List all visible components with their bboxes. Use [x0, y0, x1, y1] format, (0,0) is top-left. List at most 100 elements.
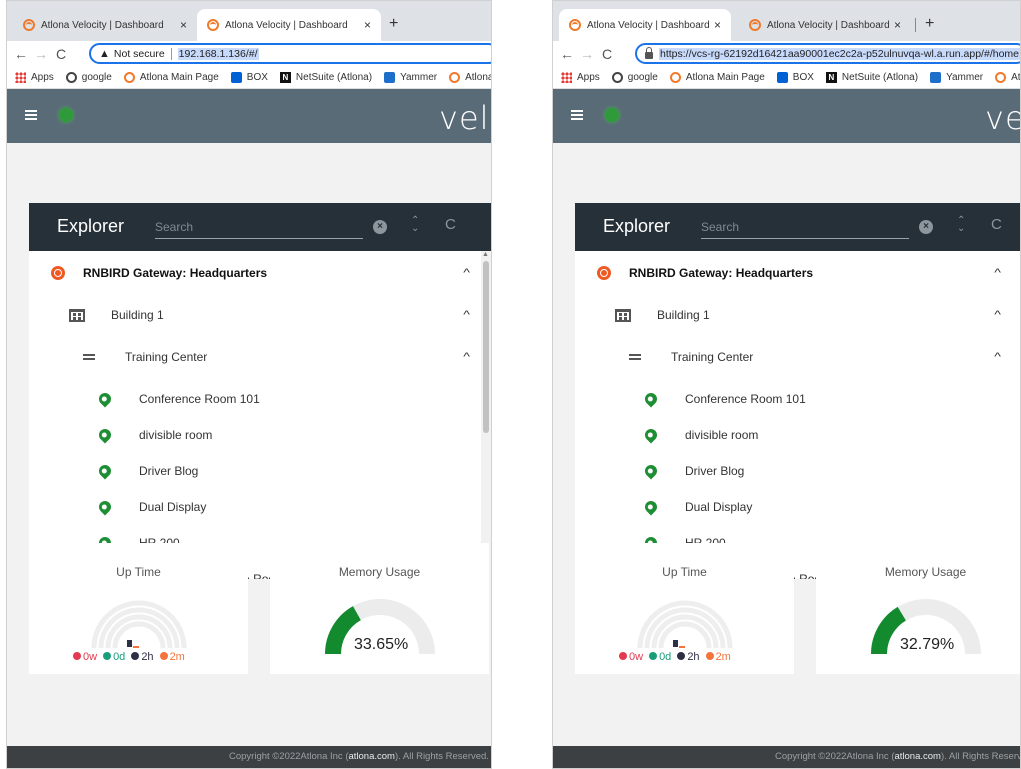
bookmark-box[interactable]: BOX: [230, 71, 268, 83]
uptime-legend-item: 2h: [131, 651, 154, 663]
address-bar[interactable]: ▲ Not secure 192.168.1.136/#/: [89, 43, 491, 64]
menu-icon[interactable]: [571, 110, 583, 120]
bookmark-yammer[interactable]: Yammer: [930, 71, 983, 83]
tree-node-driver-blog[interactable]: Driver Blog: [29, 453, 491, 489]
bookmark-apps[interactable]: Apps: [15, 71, 54, 83]
tree-node-dual-display[interactable]: Dual Display: [29, 489, 491, 525]
clear-search-icon[interactable]: ×: [373, 220, 387, 234]
bookmark-atlona-ac[interactable]: Atlona Ac: [449, 71, 491, 83]
new-tab-button[interactable]: +: [925, 15, 934, 33]
explorer-search-input[interactable]: Search: [701, 217, 909, 239]
explorer-panel: Explorer Search × ⌃ ⌄ C RNBIRD Gateway: H…: [575, 203, 1020, 579]
collapse-chevron-icon[interactable]: ^: [994, 351, 1001, 363]
uptime-legend-item: 2m: [705, 651, 731, 663]
bookmark-atlona-main[interactable]: Atlona Main Page: [123, 71, 219, 83]
memory-gauge-fill: [871, 606, 907, 655]
bookmark-box[interactable]: BOX: [776, 71, 814, 83]
tree-node-building-1[interactable]: Building 1 ^: [575, 297, 1020, 333]
bookmark-google[interactable]: google: [611, 71, 658, 83]
forward-button[interactable]: →: [577, 46, 597, 62]
bookmark-apps[interactable]: Apps: [561, 71, 600, 83]
uptime-minutes-bar: [133, 646, 139, 648]
explorer-tree: RNBIRD Gateway: Headquarters ^ Building 1 ^…: [575, 251, 1020, 579]
netsuite-logo-icon: N: [279, 71, 291, 83]
collapse-chevron-icon[interactable]: ^: [463, 267, 470, 279]
browser-window-right: Atlona Velocity | Dashboard × Atlona Vel…: [552, 0, 1021, 769]
bookmarks-bar: Apps google Atlona Main Page BOX N NetSui…: [7, 66, 491, 89]
clear-search-icon[interactable]: ×: [919, 220, 933, 234]
reload-button[interactable]: C: [51, 46, 71, 62]
tree-node-conference-room-101[interactable]: Conference Room 101: [29, 381, 491, 417]
building-icon: [69, 308, 85, 322]
tree-node-label: Driver Blog: [139, 464, 199, 478]
uptime-legend-item: 0w: [619, 651, 643, 663]
browser-tab[interactable]: Atlona Velocity | Dashboard ×: [739, 9, 911, 41]
tree-node-label: Training Center: [671, 350, 754, 364]
tree-scrollbar[interactable]: ▲ ▼: [481, 251, 491, 579]
tree-node-rnbird-gateway-headquarters[interactable]: RNBIRD Gateway: Headquarters ^: [29, 255, 491, 291]
browser-tab-active[interactable]: Atlona Velocity | Dashboard ×: [559, 9, 731, 41]
tree-node-divisible-room[interactable]: divisible room: [29, 417, 491, 453]
collapse-chevron-icon[interactable]: ^: [463, 351, 470, 363]
expand-collapse-icon[interactable]: ⌃ ⌄: [957, 216, 965, 234]
tab-close-icon[interactable]: ×: [894, 18, 901, 32]
tree-node-training-center[interactable]: Training Center ^: [575, 339, 1020, 375]
url-text: 192.168.1.136/#/: [177, 47, 259, 60]
atlona-link[interactable]: atlona.com: [894, 751, 940, 762]
uptime-minutes-bar: [679, 646, 685, 648]
bookmark-atlona-main[interactable]: Atlona Main Page: [669, 71, 765, 83]
bookmark-netsuite[interactable]: N NetSuite (Atlona): [279, 71, 372, 83]
atlona-link[interactable]: atlona.com: [348, 751, 394, 762]
legend-dot-icon: [649, 652, 658, 660]
collapse-chevron-icon[interactable]: ^: [994, 267, 1001, 279]
menu-icon[interactable]: [25, 110, 37, 120]
collapse-chevron-icon[interactable]: ^: [994, 309, 1001, 321]
tree-node-dual-display[interactable]: Dual Display: [575, 489, 1020, 525]
tree-node-rnbird-gateway-headquarters[interactable]: RNBIRD Gateway: Headquarters ^: [575, 255, 1020, 291]
reload-button[interactable]: C: [597, 46, 617, 62]
legend-dot-icon: [131, 652, 140, 660]
copyright-text: Copyright ©2022Atlona Inc (atlona.com). …: [229, 751, 492, 762]
tree-node-label: Building 1: [657, 308, 710, 322]
expand-collapse-icon[interactable]: ⌃ ⌄: [411, 216, 419, 234]
address-bar[interactable]: https://vcs-rg-62192d16421aa90001ec2c2a-…: [635, 43, 1020, 64]
scrollbar-thumb[interactable]: [483, 261, 489, 433]
tab-close-icon[interactable]: ×: [714, 18, 721, 32]
bookmark-yammer[interactable]: Yammer: [384, 71, 437, 83]
atlona-favicon-icon: [749, 19, 761, 31]
tab-close-icon[interactable]: ×: [364, 18, 371, 32]
atlona-favicon-icon: [569, 19, 581, 31]
new-tab-button[interactable]: +: [389, 15, 398, 33]
explorer-search-input[interactable]: Search: [155, 217, 363, 239]
scroll-up-icon[interactable]: ▲: [482, 251, 489, 258]
connection-status-icon: [59, 108, 73, 122]
tree-node-label: divisible room: [139, 428, 213, 442]
tree-node-driver-blog[interactable]: Driver Blog: [575, 453, 1020, 489]
bookmark-netsuite[interactable]: N NetSuite (Atlona): [825, 71, 918, 83]
bookmark-google[interactable]: google: [65, 71, 112, 83]
refresh-icon[interactable]: C: [445, 216, 456, 233]
refresh-icon[interactable]: C: [991, 216, 1002, 233]
room-pin-icon: [96, 390, 114, 408]
back-button[interactable]: ←: [557, 46, 577, 62]
tab-close-icon[interactable]: ×: [180, 18, 187, 32]
copyright-text: Copyright ©2022Atlona Inc (atlona.com). …: [775, 751, 1021, 762]
app-header: vel: [7, 89, 491, 143]
forward-button[interactable]: →: [31, 46, 51, 62]
tree-node-training-center[interactable]: Training Center ^: [29, 339, 491, 375]
tree-node-conference-room-101[interactable]: Conference Room 101: [575, 381, 1020, 417]
memory-gauge: [871, 599, 981, 655]
back-button[interactable]: ←: [11, 46, 31, 62]
tree-node-building-1[interactable]: Building 1 ^: [29, 297, 491, 333]
tab-title: Atlona Velocity | Dashboard: [587, 19, 710, 31]
collapse-chevron-icon[interactable]: ^: [463, 309, 470, 321]
uptime-card: Up Time 0w 0d 2h 2m: [575, 543, 794, 674]
browser-tab[interactable]: Atlona Velocity | Dashboard ×: [13, 9, 197, 41]
bookmarks-bar: Apps google Atlona Main Page BOX N NetSui…: [553, 66, 1020, 89]
browser-tab-active[interactable]: Atlona Velocity | Dashboard ×: [197, 9, 381, 41]
security-label: Not secure: [113, 47, 165, 60]
floor-icon: [83, 354, 95, 360]
uptime-legend-item: 2m: [159, 651, 185, 663]
tree-node-divisible-room[interactable]: divisible room: [575, 417, 1020, 453]
bookmark-atlona-ac[interactable]: Atlon: [995, 71, 1020, 83]
